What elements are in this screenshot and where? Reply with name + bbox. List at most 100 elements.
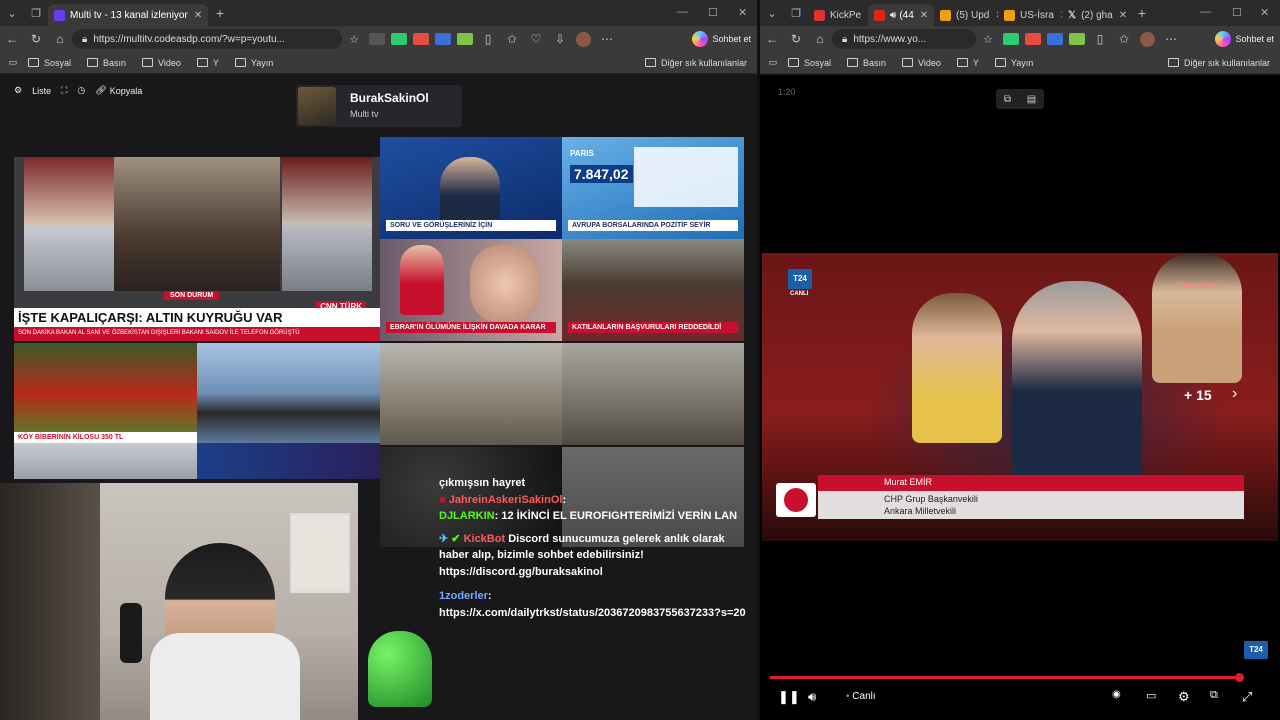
extension-icon[interactable] <box>391 33 407 45</box>
close-window-icon[interactable]: ✕ <box>738 6 747 19</box>
tile-markets[interactable]: PARIS 7.847,02 AVRUPA BORSALARINDA POZİT… <box>562 137 744 239</box>
favorite-folder[interactable]: Y <box>196 58 219 68</box>
minimize-icon[interactable]: — <box>1200 6 1211 18</box>
video-frame[interactable]: T24 CANLI TBMM CANLI + 15 › Murat EMİR C… <box>762 253 1278 541</box>
favorite-folder[interactable]: Video <box>902 58 941 68</box>
close-tab-icon[interactable]: ✕ <box>194 10 202 21</box>
home-icon[interactable]: ⌂ <box>48 32 72 46</box>
favorite-folder[interactable]: Yayın <box>234 58 273 68</box>
refresh-icon[interactable]: ↻ <box>784 32 808 46</box>
notes-icon[interactable]: ▤ <box>1027 94 1036 105</box>
autoplay-toggle-icon[interactable]: ◉ <box>1112 689 1121 700</box>
favorite-folder[interactable]: Basın <box>847 58 886 68</box>
more-count[interactable]: + 15 <box>1184 387 1212 403</box>
back-icon[interactable]: ← <box>0 32 24 46</box>
tile-crowd[interactable]: KATILANLARIN BAŞVURULARI REDDEDİLDİ <box>562 239 744 341</box>
back-icon[interactable]: ← <box>760 32 784 46</box>
tab-actions-icon[interactable]: ⌄ <box>760 7 784 20</box>
more-icon[interactable]: ⋯ <box>1159 32 1183 46</box>
more-icon[interactable]: ⋯ <box>595 32 619 46</box>
tab-multitv[interactable]: Multi tv - 13 kanal izleniyor ✕ <box>48 4 208 26</box>
timer-icon[interactable]: ◷ <box>77 85 85 96</box>
extension-icon[interactable] <box>457 33 473 45</box>
pip-icon[interactable]: ⧉ <box>1004 94 1011 105</box>
video-player[interactable]: 1:20 ⧉ ▤ T24 CANLI TBMM CANLI + 15 › Mur… <box>760 75 1280 720</box>
split-screen-icon[interactable]: ▯ <box>1088 32 1112 46</box>
copilot-button[interactable]: Sohbet et <box>692 31 751 47</box>
star-icon[interactable]: ☆ <box>976 33 1000 46</box>
extension-icon[interactable] <box>435 33 451 45</box>
chevron-right-icon[interactable]: › <box>1232 385 1237 403</box>
copilot-button[interactable]: Sohbet et <box>1215 31 1274 47</box>
other-favorites[interactable]: Diğer sık kullanılanlar <box>1167 58 1270 68</box>
extension-icon[interactable] <box>1025 33 1041 45</box>
miniplayer-icon[interactable]: ⧉ <box>1210 689 1218 702</box>
profile-avatar[interactable] <box>576 31 591 47</box>
favorite-folder[interactable]: Y <box>956 58 979 68</box>
favorites-icon[interactable]: ✩ <box>500 32 524 46</box>
chat-username[interactable]: DJLARKIN <box>439 510 495 522</box>
tile-city-1[interactable] <box>380 343 562 445</box>
profile-avatar[interactable] <box>1140 31 1155 47</box>
tab-youtube[interactable]: 🔊︎ (44 ✕ <box>868 4 934 26</box>
close-window-icon[interactable]: ✕ <box>1260 6 1269 19</box>
channel-card[interactable]: BurakSakinOl Multi tv <box>296 85 462 127</box>
chat-username[interactable]: KickBot <box>464 533 506 545</box>
new-tab-icon[interactable]: + <box>208 5 232 21</box>
close-tab-icon[interactable]: ✕ <box>1119 10 1127 21</box>
tab-actions-icon[interactable]: ⌄ <box>0 7 24 20</box>
chat-username[interactable]: 1zoderler <box>439 590 488 602</box>
tab-kick[interactable]: KickPe ✕ <box>808 4 868 26</box>
live-indicator[interactable]: • Canlı <box>846 691 876 702</box>
tile-cnn-turk[interactable]: SON DURUM CNN TÜRK İŞTE KAPALIÇARŞI: ALT… <box>14 157 380 341</box>
extension-icon[interactable] <box>413 33 429 45</box>
favorite-folder[interactable]: Sosyal <box>28 58 71 68</box>
chat-link[interactable]: https://x.com/dailytrkst/status/20367209… <box>439 607 746 619</box>
star-icon[interactable]: ☆ <box>342 33 366 46</box>
extension-icon[interactable] <box>369 33 385 45</box>
favorite-folder[interactable]: Video <box>142 58 181 68</box>
copy-button[interactable]: Kopyala <box>110 86 143 96</box>
pause-icon[interactable]: ❚❚ <box>778 689 800 705</box>
sidebar-toggle-icon[interactable]: ▭ <box>6 57 20 68</box>
maximize-icon[interactable]: ☐ <box>1232 6 1242 19</box>
favorites-icon[interactable]: ✩ <box>1112 32 1136 46</box>
extension-icon[interactable] <box>1047 33 1063 45</box>
workspaces-icon[interactable]: ❐ <box>24 7 48 20</box>
tab-updates[interactable]: (5) Upd ✕ <box>934 4 998 26</box>
link-icon[interactable]: 🔗︎ <box>95 85 106 96</box>
tab-x[interactable]: 𝕏 (2) gha ✕ <box>1062 4 1130 26</box>
tile-vegetables[interactable]: KÖY BİBERİNİN KİLOSU 350 TL <box>14 343 197 443</box>
volume-icon[interactable]: 🔊︎ <box>808 689 816 705</box>
captions-icon[interactable]: ▭ <box>1146 689 1156 702</box>
tile-haber[interactable]: EBRAR'IN ÖLÜMÜNE İLİŞKİN DAVADA KARAR <box>380 239 562 341</box>
fullscreen-icon[interactable]: ⛶ <box>61 85 67 96</box>
sidebar-toggle-icon[interactable]: ▭ <box>766 57 780 68</box>
favorite-folder[interactable]: Basın <box>87 58 126 68</box>
tile-city-2[interactable] <box>562 343 744 445</box>
extension-icon[interactable] <box>1069 33 1085 45</box>
close-tab-icon[interactable]: ✕ <box>920 10 928 21</box>
refresh-icon[interactable]: ↻ <box>24 32 48 46</box>
downloads-icon[interactable]: ⇩ <box>548 32 572 46</box>
address-bar[interactable]: 🔒︎ https://www.yo... <box>832 29 976 49</box>
collections-icon[interactable]: ♡ <box>524 32 548 46</box>
tile-studio[interactable] <box>197 443 380 479</box>
audio-icon[interactable]: 🔊︎ <box>890 10 896 21</box>
settings-icon[interactable]: ⚙ <box>14 85 22 96</box>
tile-ntv[interactable]: SORU VE GÖRÜŞLERİNİZ İÇİN <box>380 137 562 239</box>
maximize-icon[interactable]: ☐ <box>708 6 718 19</box>
scrubber-handle[interactable] <box>1235 673 1244 682</box>
settings-icon[interactable]: ⚙ <box>1178 689 1190 705</box>
favorite-folder[interactable]: Yayın <box>994 58 1033 68</box>
other-favorites[interactable]: Diğer sık kullanılanlar <box>644 58 747 68</box>
minimize-icon[interactable]: — <box>677 6 688 18</box>
workspaces-icon[interactable]: ❐ <box>784 7 808 20</box>
address-bar[interactable]: 🔒︎ https://multitv.codeasdp.com/?w=p=you… <box>72 29 342 49</box>
tile-webcams[interactable] <box>197 343 380 443</box>
chat-username[interactable]: JahreinAskeriSakinOl <box>449 494 563 506</box>
new-tab-icon[interactable]: + <box>1130 5 1154 21</box>
favorite-folder[interactable]: Sosyal <box>788 58 831 68</box>
home-icon[interactable]: ⌂ <box>808 32 832 46</box>
progress-bar[interactable] <box>770 673 1244 682</box>
